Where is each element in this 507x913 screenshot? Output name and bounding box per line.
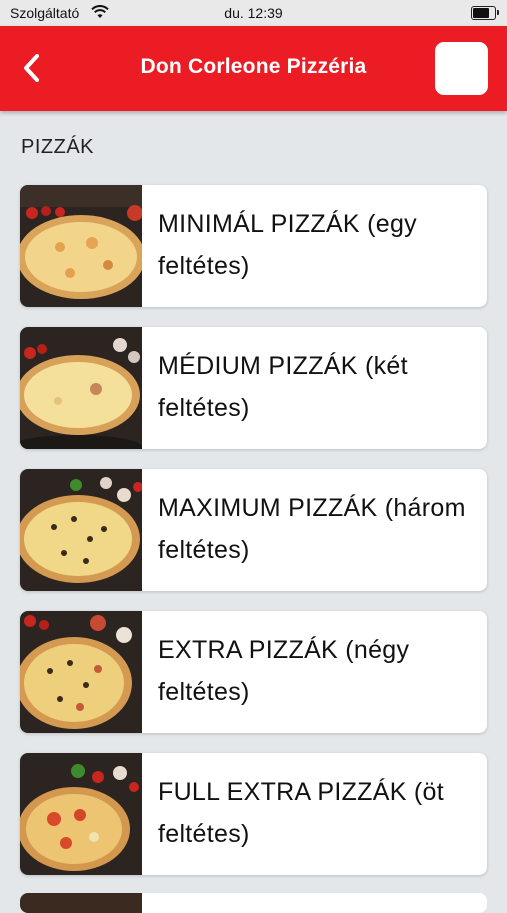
category-card[interactable]: MINIMÁL PIZZÁK (egy feltétes) — [20, 185, 487, 307]
clock: du. 12:39 — [224, 5, 283, 21]
category-label: MÉDIUM PIZZÁK (két feltétes) — [158, 352, 408, 422]
header-action-button[interactable] — [435, 42, 488, 95]
pizza-image — [20, 327, 142, 449]
category-label: FULL EXTRA PIZZÁK (öt feltétes) — [158, 778, 444, 848]
category-label: MAXIMUM PIZZÁK (három feltétes) — [158, 494, 466, 564]
battery-icon — [471, 6, 499, 20]
pizza-image — [20, 753, 142, 875]
pizza-image — [20, 185, 142, 307]
category-list: MINIMÁL PIZZÁK (egy feltétes) MÉDIUM PIZ… — [20, 185, 487, 895]
section-title: PIZZÁK — [21, 136, 95, 158]
category-card[interactable]: MÉDIUM PIZZÁK (két feltétes) — [20, 327, 487, 449]
category-card[interactable]: EXTRA PIZZÁK (négy feltétes) — [20, 611, 487, 733]
category-card[interactable]: MAXIMUM PIZZÁK (három feltétes) — [20, 469, 487, 591]
pizza-image — [20, 611, 142, 733]
pizza-image — [20, 893, 142, 913]
nav-bar: Don Corleone Pizzéria — [0, 26, 507, 111]
pizza-image — [20, 469, 142, 591]
category-card[interactable]: FULL EXTRA PIZZÁK (öt feltétes) — [20, 753, 487, 875]
status-bar: Szolgáltató du. 12:39 — [0, 0, 507, 26]
category-label: EXTRA PIZZÁK (négy feltétes) — [158, 636, 410, 706]
category-card-partial[interactable] — [20, 893, 487, 913]
category-label: MINIMÁL PIZZÁK (egy feltétes) — [158, 210, 417, 280]
page-title: Don Corleone Pizzéria — [140, 55, 367, 78]
